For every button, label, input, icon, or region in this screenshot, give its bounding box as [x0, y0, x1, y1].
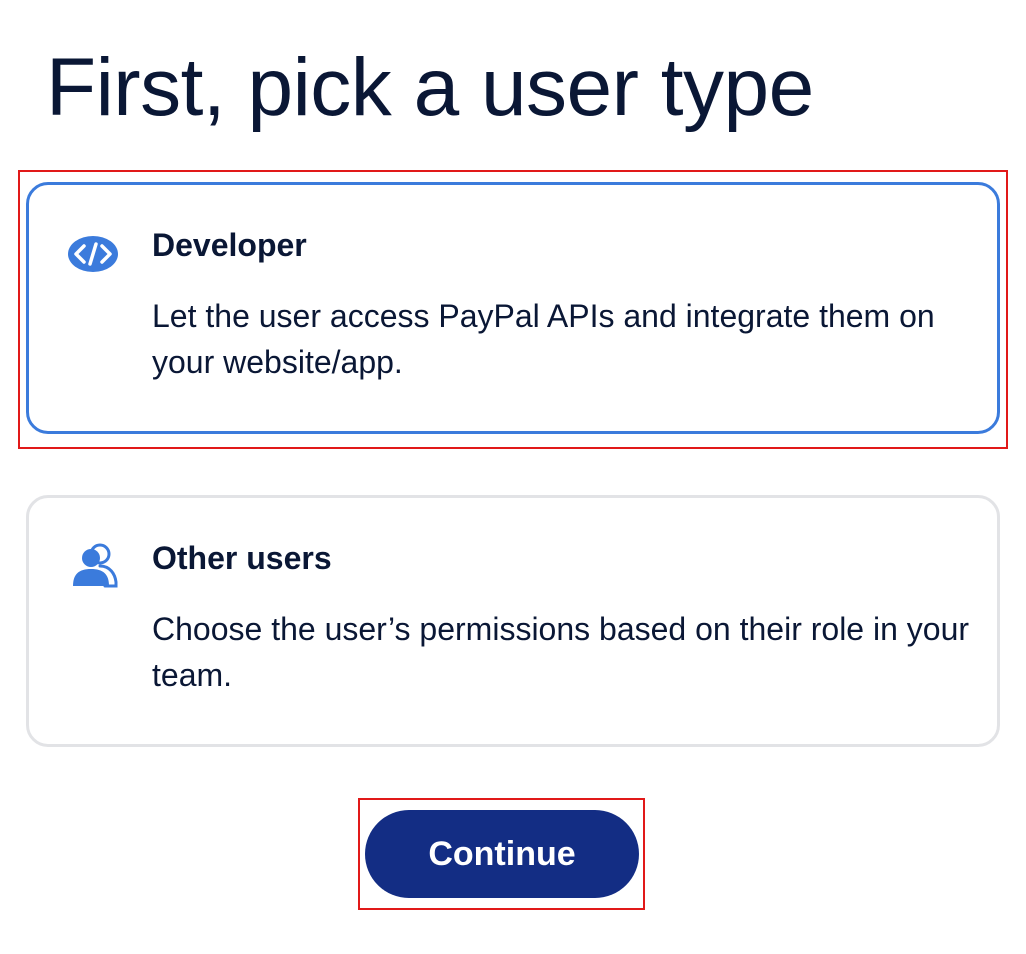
code-icon: [67, 233, 121, 275]
page: First, pick a user type Developer Let th…: [0, 0, 1026, 954]
option-title-developer: Developer: [152, 227, 307, 263]
page-title: First, pick a user type: [46, 42, 814, 133]
option-card-other-users[interactable]: Other users Choose the user’s permission…: [26, 495, 1000, 747]
users-icon: [67, 542, 121, 588]
option-description-other-users: Choose the user’s permissions based on t…: [152, 611, 970, 693]
option-title-other-users: Other users: [152, 540, 332, 576]
continue-button[interactable]: Continue: [365, 810, 639, 898]
option-description-developer: Let the user access PayPal APIs and inte…: [152, 298, 935, 380]
option-card-developer[interactable]: Developer Let the user access PayPal API…: [26, 182, 1000, 434]
